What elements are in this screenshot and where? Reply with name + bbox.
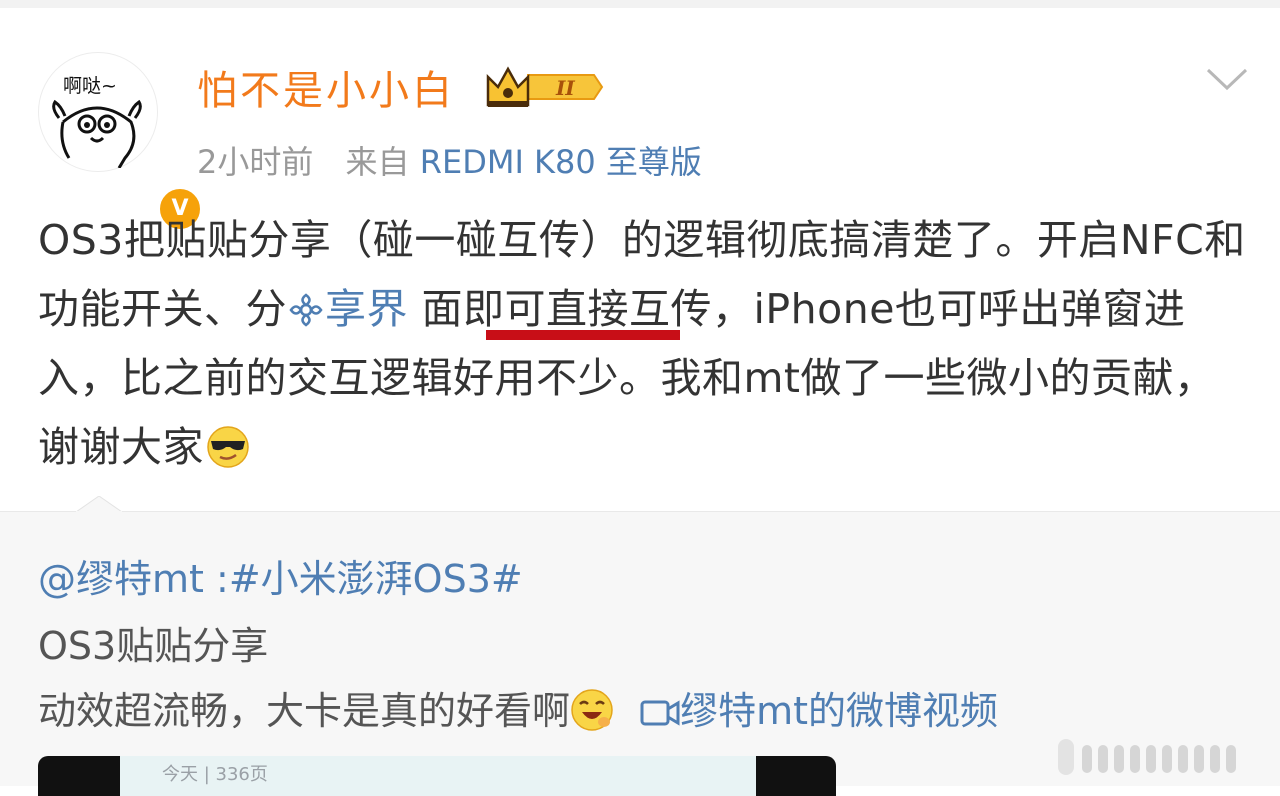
repost-author-mention[interactable]: @缪特mt bbox=[38, 557, 204, 601]
member-level-text: II bbox=[555, 76, 575, 100]
chevron-down-icon[interactable] bbox=[1204, 64, 1250, 94]
video-icon bbox=[640, 700, 680, 726]
topic-flower-icon bbox=[289, 293, 323, 327]
thumbnail-preview: 今天 | 336页 bbox=[120, 756, 756, 796]
post-body: OS3把贴贴分享（碰一碰互传）的逻辑彻底搞清楚了。开启NFC和功能开关、分 享界 … bbox=[38, 206, 1253, 482]
video-link[interactable]: 缪特mt的微博视频 bbox=[626, 689, 998, 733]
topic-link[interactable]: 享界 bbox=[287, 285, 408, 333]
repost-hashtag[interactable]: #小米澎湃OS3# bbox=[229, 557, 523, 601]
red-underline-annotation bbox=[486, 330, 680, 340]
crown-member-icon[interactable]: II bbox=[484, 65, 604, 109]
username[interactable]: 怕不是小小白 bbox=[197, 58, 455, 116]
sunglasses-emoji-icon bbox=[207, 426, 249, 468]
repost-header: @缪特mt :#小米澎湃OS3# bbox=[38, 548, 523, 603]
repost-line-3-text: 动效超流畅，大卡是真的好看啊 bbox=[38, 689, 571, 733]
thumbnail-text: 今天 | 336页 bbox=[162, 764, 268, 785]
from-label: 来自 bbox=[345, 143, 410, 181]
post-source[interactable]: REDMI K80 至尊版 bbox=[420, 143, 702, 181]
repost-caret bbox=[76, 496, 122, 514]
avatar-text: 啊哒~ bbox=[63, 75, 117, 97]
post-meta: 2小时前 来自 REDMI K80 至尊版 bbox=[197, 137, 702, 183]
avatar[interactable]: 啊哒~ V bbox=[38, 52, 203, 232]
images-icon[interactable] bbox=[1058, 735, 1248, 779]
repost-line-2: OS3贴贴分享 bbox=[38, 624, 269, 668]
video-thumbnail[interactable]: 今天 | 336页 bbox=[38, 756, 836, 796]
top-divider bbox=[0, 0, 1280, 8]
repost-separator: : bbox=[216, 557, 229, 601]
repost-line-3: 动效超流畅，大卡是真的好看啊 缪特mt的微博视频 bbox=[38, 680, 998, 735]
topic-link-label: 享界 bbox=[325, 285, 408, 333]
post-time: 2小时前 bbox=[197, 143, 314, 181]
video-link-label: 缪特mt的微博视频 bbox=[680, 689, 999, 733]
laugh-emoji-icon bbox=[571, 689, 613, 731]
cartoon-icon bbox=[52, 99, 142, 168]
